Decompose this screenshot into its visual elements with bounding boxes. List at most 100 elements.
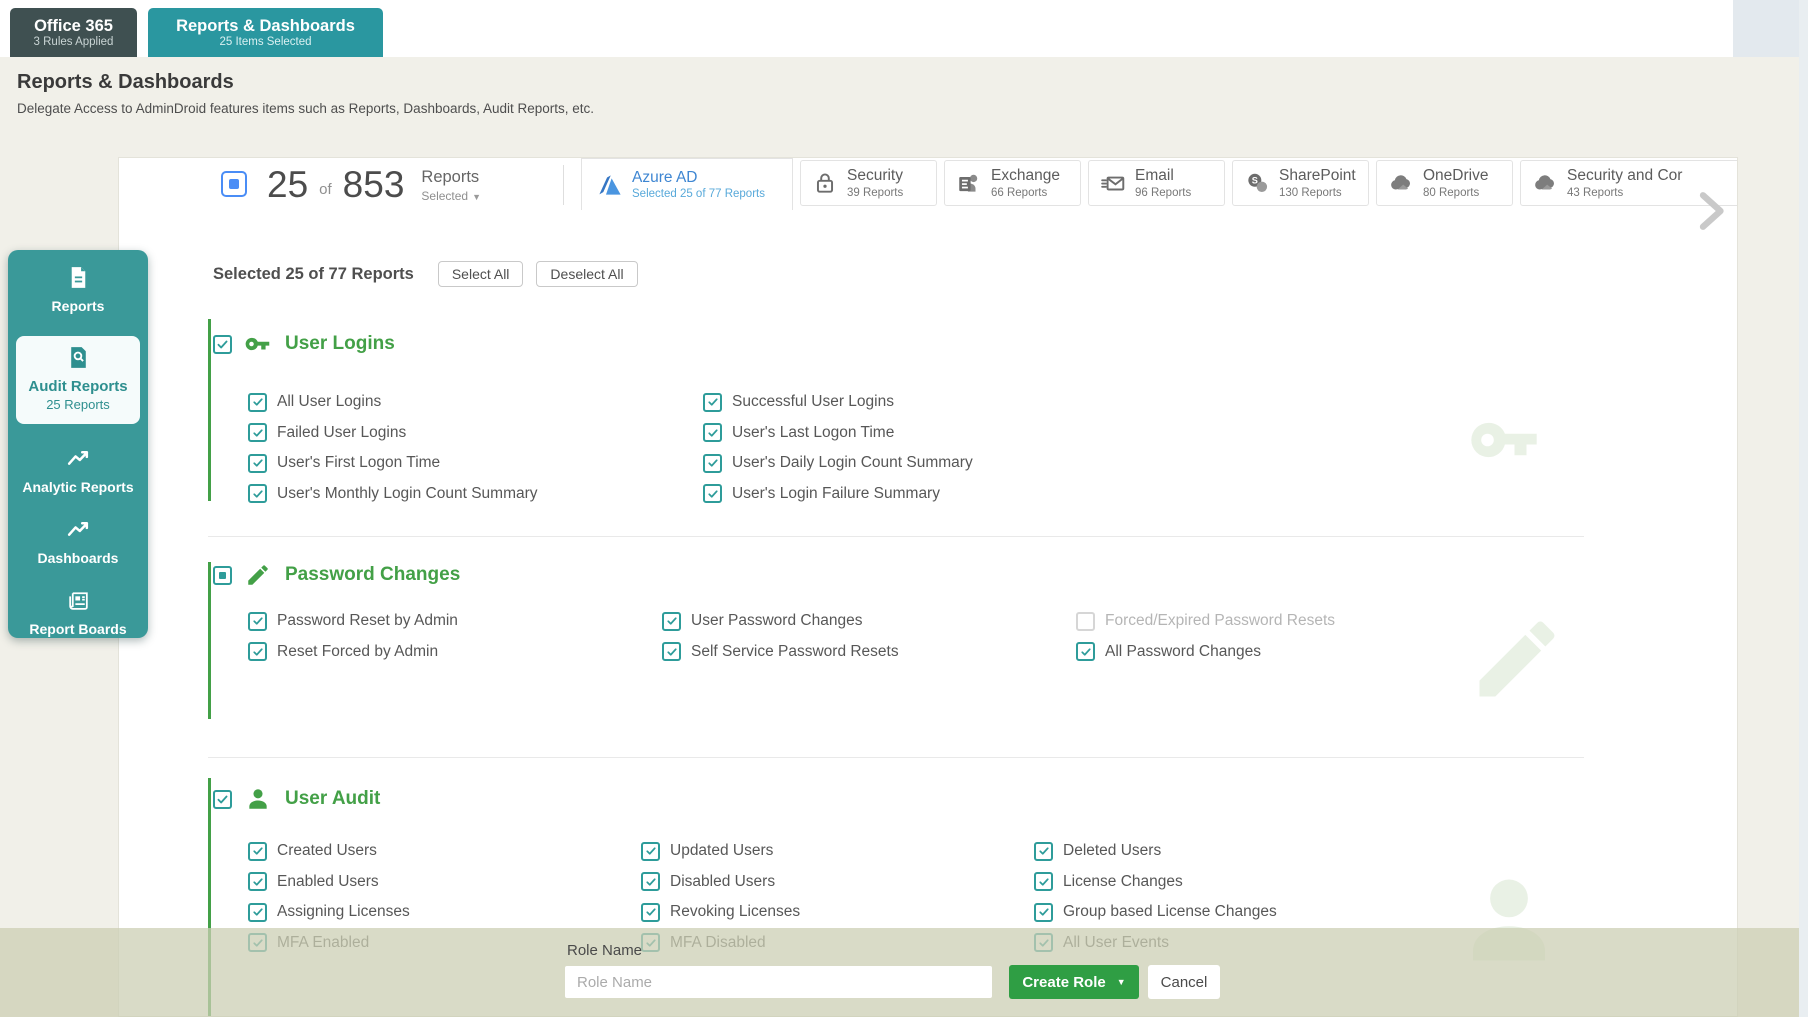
- section-checkbox[interactable]: [213, 335, 232, 354]
- report-checkbox-item[interactable]: Assigning Licenses: [248, 897, 641, 928]
- deselect-all-button[interactable]: Deselect All: [536, 261, 637, 287]
- report-checkbox-item[interactable]: Deleted Users: [1034, 836, 1427, 867]
- master-checkbox[interactable]: [221, 171, 247, 197]
- report-label: Forced/Expired Password Resets: [1105, 612, 1335, 630]
- report-checkbox-item[interactable]: User's Last Logon Time: [703, 418, 1158, 449]
- tabs-scroll-right-icon[interactable]: [1689, 186, 1731, 236]
- service-tab-onedrive[interactable]: OneDrive80 Reports: [1376, 160, 1513, 206]
- total-count: 853: [343, 166, 405, 203]
- report-checkbox-item[interactable]: License Changes: [1034, 867, 1427, 898]
- of-label: of: [319, 181, 332, 198]
- cancel-button[interactable]: Cancel: [1148, 965, 1220, 999]
- service-tab-azure-ad[interactable]: Azure ADSelected 25 of 77 Reports: [581, 158, 793, 210]
- sidebar-item-audit-reports[interactable]: Audit Reports25 Reports: [16, 336, 140, 424]
- checked-checkbox[interactable]: [1034, 872, 1053, 891]
- report-checkbox-item[interactable]: Created Users: [248, 836, 641, 867]
- report-checkbox-item[interactable]: Enabled Users: [248, 867, 641, 898]
- email-icon: [1100, 170, 1126, 196]
- checked-checkbox[interactable]: [248, 872, 267, 891]
- report-checkbox-item[interactable]: User Password Changes: [662, 606, 1076, 637]
- report-checkbox-item[interactable]: Disabled Users: [641, 867, 1034, 898]
- window-tab-subtitle: 25 Items Selected: [219, 36, 311, 48]
- report-checkbox-item[interactable]: Forced/Expired Password Resets: [1076, 606, 1490, 637]
- checked-checkbox[interactable]: [703, 393, 722, 412]
- app-screen: Office 365 3 Rules Applied Reports & Das…: [0, 0, 1808, 1017]
- top-strip: Office 365 3 Rules Applied Reports & Das…: [0, 0, 1808, 57]
- report-checkbox-item[interactable]: Updated Users: [641, 836, 1034, 867]
- select-all-button[interactable]: Select All: [438, 261, 524, 287]
- report-checkbox-item[interactable]: Group based License Changes: [1034, 897, 1427, 928]
- sidebar-item-dashboards[interactable]: Dashboards: [8, 517, 148, 566]
- audit-report-icon: [66, 345, 91, 370]
- unchecked-checkbox[interactable]: [1076, 612, 1095, 631]
- checked-checkbox[interactable]: [1076, 642, 1095, 661]
- create-role-button[interactable]: Create Role ▼: [1009, 965, 1139, 999]
- report-label: License Changes: [1063, 873, 1183, 891]
- role-name-input[interactable]: [565, 966, 992, 998]
- checked-checkbox[interactable]: [248, 454, 267, 473]
- service-tab-security[interactable]: Security39 Reports: [800, 160, 937, 206]
- checked-checkbox[interactable]: [248, 423, 267, 442]
- section-checkbox[interactable]: [213, 566, 232, 585]
- checked-checkbox[interactable]: [1034, 842, 1053, 861]
- sidebar-item-analytic-reports[interactable]: Analytic Reports: [8, 446, 148, 495]
- service-tab-count: 80 Reports: [1423, 187, 1488, 199]
- service-tab-count: 130 Reports: [1279, 187, 1356, 199]
- service-tab-exchange[interactable]: Exchange66 Reports: [944, 160, 1081, 206]
- report-checkbox-item[interactable]: All User Logins: [248, 387, 703, 418]
- report-checkbox-item[interactable]: User's Daily Login Count Summary: [703, 448, 1158, 479]
- checked-checkbox[interactable]: [662, 612, 681, 631]
- section-title: User Logins: [285, 333, 395, 355]
- window-tab-title: Reports & Dashboards: [176, 17, 355, 36]
- report-checkbox-item[interactable]: Failed User Logins: [248, 418, 703, 449]
- checked-checkbox[interactable]: [1034, 903, 1053, 922]
- cloud-icon: [1532, 170, 1558, 196]
- checked-checkbox[interactable]: [662, 642, 681, 661]
- service-tab-email[interactable]: Email96 Reports: [1088, 160, 1225, 206]
- checked-checkbox[interactable]: [703, 454, 722, 473]
- report-checkbox-item[interactable]: User's Monthly Login Count Summary: [248, 479, 703, 510]
- service-tab-texts: OneDrive80 Reports: [1423, 167, 1488, 198]
- role-footer-bar: Role Name Create Role ▼ Cancel: [0, 928, 1799, 1017]
- checked-checkbox[interactable]: [641, 872, 660, 891]
- report-label: Reset Forced by Admin: [277, 643, 438, 661]
- checked-checkbox[interactable]: [248, 842, 267, 861]
- window-tab-office365[interactable]: Office 365 3 Rules Applied: [10, 8, 137, 57]
- window-tab-title: Office 365: [34, 17, 113, 36]
- sidebar-item-reports[interactable]: Reports: [8, 265, 148, 314]
- checked-checkbox[interactable]: [641, 842, 660, 861]
- checked-checkbox[interactable]: [248, 393, 267, 412]
- report-checkbox-item[interactable]: Revoking Licenses: [641, 897, 1034, 928]
- sidebar-item-label: Report Boards: [8, 621, 148, 637]
- checked-checkbox[interactable]: [703, 484, 722, 503]
- caret-down-icon: ▼: [472, 192, 481, 202]
- report-label: Assigning Licenses: [277, 903, 410, 921]
- report-checkbox-item[interactable]: User's First Logon Time: [248, 448, 703, 479]
- checked-checkbox[interactable]: [248, 612, 267, 631]
- selection-count-text: Selected 25 of 77 Reports: [213, 265, 414, 284]
- section-checkbox[interactable]: [213, 790, 232, 809]
- report-checkbox-item[interactable]: User's Login Failure Summary: [703, 479, 1158, 510]
- window-tab-reports-dashboards[interactable]: Reports & Dashboards 25 Items Selected: [148, 8, 383, 57]
- report-checkbox-item[interactable]: Reset Forced by Admin: [248, 637, 662, 668]
- sidebar-item-report-boards[interactable]: Report Boards: [8, 588, 148, 637]
- report-checkbox-item[interactable]: Password Reset by Admin: [248, 606, 662, 637]
- service-tab-sharepoint[interactable]: SSharePoint130 Reports: [1232, 160, 1369, 206]
- service-tab-texts: Email96 Reports: [1135, 167, 1191, 198]
- section-column: All User LoginsFailed User LoginsUser's …: [248, 387, 703, 509]
- checked-checkbox[interactable]: [703, 423, 722, 442]
- report-label: Updated Users: [670, 842, 773, 860]
- report-checkbox-item[interactable]: Self Service Password Resets: [662, 637, 1076, 668]
- selected-dropdown[interactable]: Selected▼: [421, 189, 481, 203]
- service-tab-count: Selected 25 of 77 Reports: [632, 188, 765, 200]
- checked-checkbox[interactable]: [248, 484, 267, 503]
- checked-checkbox[interactable]: [248, 903, 267, 922]
- page-header: Reports & Dashboards Delegate Access to …: [17, 71, 594, 116]
- checked-checkbox[interactable]: [248, 642, 267, 661]
- report-checkbox-item[interactable]: All Password Changes: [1076, 637, 1490, 668]
- report-type-sidebar: Reports Audit Reports25 Reports Analytic R…: [8, 250, 148, 638]
- unit-block: Reports Selected▼: [421, 168, 481, 203]
- report-checkbox-item[interactable]: Successful User Logins: [703, 387, 1158, 418]
- scrollbar-track[interactable]: [1799, 0, 1808, 1017]
- checked-checkbox[interactable]: [641, 903, 660, 922]
